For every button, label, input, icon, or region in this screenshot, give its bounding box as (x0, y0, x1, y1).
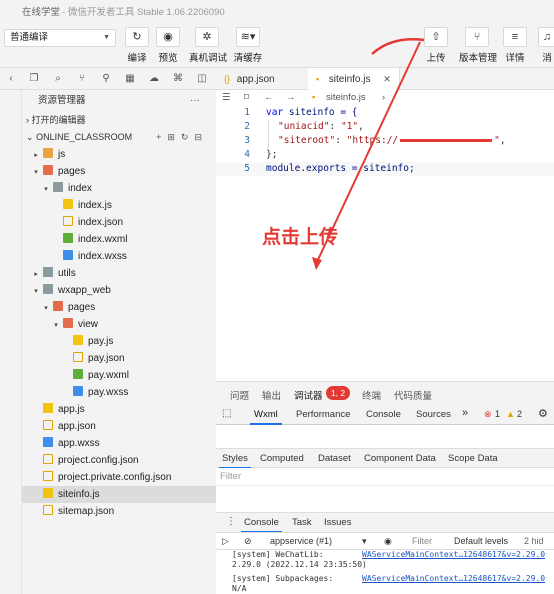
tab-component-data[interactable]: Component Data (364, 453, 436, 464)
tab-computed[interactable]: Computed (260, 453, 304, 464)
console-tabs: ⋮ Console Task Issues (216, 512, 554, 533)
error-count: 1 (495, 409, 501, 419)
context-select[interactable]: appservice (#1) (270, 536, 332, 546)
tab-code-quality[interactable]: 代码质量 (394, 388, 432, 402)
tab-output[interactable]: 输出 (262, 388, 281, 402)
log-link[interactable]: WAServiceMainContext…12648617&v=2.29.0 (362, 574, 545, 584)
tab-task[interactable]: Task (292, 517, 312, 528)
tab-styles[interactable]: Styles (219, 453, 251, 469)
log-row: [system] Subpackages: WAServiceMainConte… (216, 574, 554, 584)
styles-tabs: Styles Computed Dataset Component Data S… (216, 448, 554, 469)
log-text: [system] Subpackages: (232, 574, 334, 583)
console-filter-input[interactable]: Filter (412, 536, 432, 546)
tab-problems[interactable]: 问题 (230, 388, 249, 402)
panel-tabs: 问题 输出 调试器 1, 2 终端 代码质量 (216, 381, 554, 408)
tab-issues[interactable]: Issues (324, 517, 351, 528)
tab-performance[interactable]: Performance (296, 409, 350, 420)
tab-terminal[interactable]: 终端 (362, 388, 381, 402)
tab-console[interactable]: Console (366, 409, 401, 420)
log-text: N/A (232, 584, 247, 593)
levels-select[interactable]: Default levels (454, 536, 508, 546)
sidebar-toggle-icon[interactable]: ▷ (222, 536, 229, 547)
inspect-icon[interactable]: ⬚ (222, 408, 231, 419)
devtools-tabs: ⬚ Wxml Performance Console Sources » ⊗ 1… (216, 405, 554, 425)
console-controls: ▷ ⊘ appservice (#1) ▾ ◉ Filter Default l… (216, 532, 554, 550)
chevron-down-icon: ▾ (362, 536, 367, 546)
hidden-count: 2 hid (524, 536, 544, 546)
log-row: 2.29.0 (2022.12.14 23:35:50) (216, 560, 554, 570)
tab-wxml[interactable]: Wxml (250, 409, 282, 425)
drawer-menu-icon[interactable]: ⋮ (226, 516, 236, 527)
tab-debugger[interactable]: 调试器 (294, 388, 323, 408)
log-text: 2.29.0 (2022.12.14 23:35:50) (232, 560, 367, 569)
gear-icon[interactable]: ⚙ (538, 407, 548, 420)
warning-icon: ▲ (506, 409, 515, 419)
annotation-arrow (312, 38, 425, 270)
tab-sources[interactable]: Sources (416, 409, 451, 420)
tab-dataset[interactable]: Dataset (318, 453, 351, 464)
log-text: [system] WeChatLib: (232, 550, 324, 559)
annotation-text: 点击上传 (262, 227, 339, 248)
warning-count: 2 (517, 409, 523, 419)
log-row: N/A (216, 584, 554, 594)
styles-filter-input[interactable]: Filter (216, 468, 554, 486)
tab-scope-data[interactable]: Scope Data (448, 453, 498, 464)
eye-icon[interactable]: ◉ (384, 536, 392, 547)
debugger-badge: 1, 2 (326, 386, 350, 400)
console-log: [system] WeChatLib: WAServiceMainContext… (216, 550, 554, 594)
clear-console-icon[interactable]: ⊘ (244, 536, 252, 547)
log-link[interactable]: WAServiceMainContext…12648617&v=2.29.0 (362, 550, 545, 560)
more-tabs-icon[interactable]: » (462, 407, 468, 419)
error-icon: ⊗ (484, 409, 492, 419)
tab-console-drawer[interactable]: Console (241, 517, 282, 533)
log-row: [system] WeChatLib: WAServiceMainContext… (216, 550, 554, 560)
